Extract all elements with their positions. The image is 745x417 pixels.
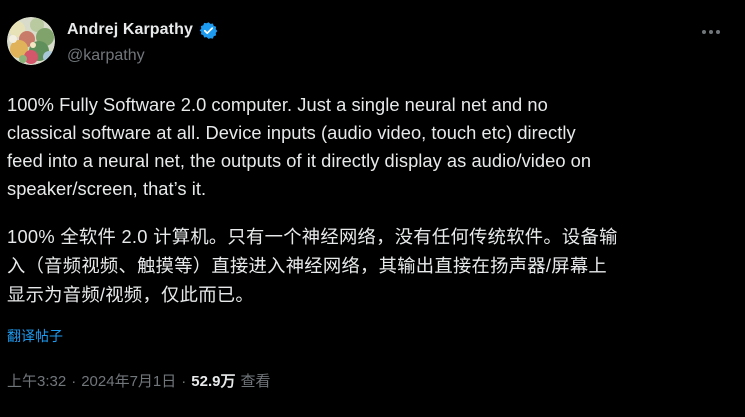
verified-badge-icon xyxy=(199,21,218,40)
more-options-button[interactable] xyxy=(699,22,723,42)
author-handle[interactable]: @karpathy xyxy=(67,46,145,66)
author-display-name[interactable]: Andrej Karpathy xyxy=(67,20,193,40)
views-count[interactable]: 52.9万 xyxy=(191,372,235,392)
meta-separator: · xyxy=(71,373,77,390)
translate-post-link[interactable]: 翻译帖子 xyxy=(7,327,63,345)
post-time[interactable]: 上午3:32 xyxy=(7,372,66,392)
views-label: 查看 xyxy=(240,373,271,390)
post-date[interactable]: 2024年7月1日 xyxy=(81,372,176,392)
tweet-text-english: 100% Fully Software 2.0 computer. Just a… xyxy=(7,94,592,199)
meta-separator-2: · xyxy=(181,373,187,390)
avatar[interactable] xyxy=(7,17,55,65)
tweet-text-chinese: 100% 全软件 2.0 计算机。只有一个神经网络，没有任何传统软件。设备输 入… xyxy=(7,226,618,305)
avatar-image xyxy=(7,17,55,65)
author-line: Andrej Karpathy xyxy=(67,20,218,40)
tweet-meta: 上午3:32 · 2024年7月1日 · 52.9万 查看 xyxy=(7,372,270,392)
tweet-card: Andrej Karpathy @karpathy 100% Fully Sof… xyxy=(0,0,745,417)
more-options-icon xyxy=(702,30,720,34)
